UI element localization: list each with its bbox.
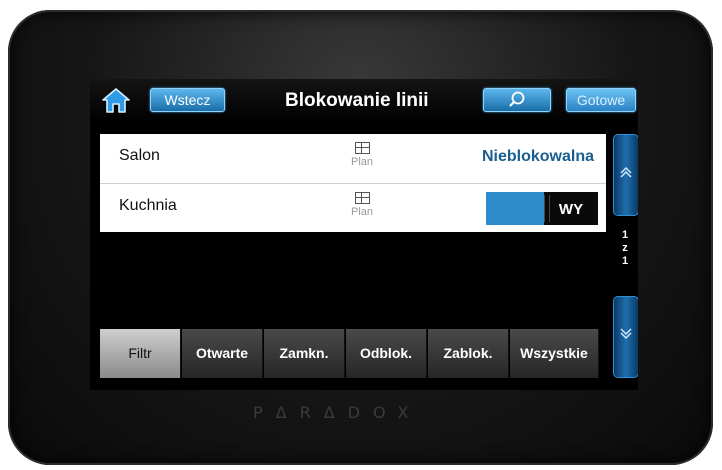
header-bar: Wstecz Blokowanie linii Gotowe [90,79,638,123]
list-item[interactable]: Kuchnia Plan WY [100,183,606,233]
bypass-toggle[interactable]: WY [486,192,598,225]
chevron-up-icon [620,166,632,178]
zone-name: Salon [119,147,160,164]
search-icon [509,91,525,107]
home-icon [102,88,130,113]
brand-logo: PΔRΔDOX [253,403,422,422]
toggle-label: WY [558,201,584,218]
toggle-knob[interactable]: WY [544,192,598,225]
filter-bar: Filtr Otwarte Zamkn. Odblok. Zablok. Wsz… [100,329,608,378]
filter-button-open[interactable]: Otwarte [182,329,263,378]
page-title: Blokowanie linii [285,90,429,111]
scroll-down-button[interactable] [613,296,638,378]
search-button[interactable] [483,88,551,112]
page-separator: z [622,242,628,254]
bypass-status: Nieblokowalna [481,148,594,165]
touchscreen: Wstecz Blokowanie linii Gotowe Salon Pla… [90,79,638,390]
plan-icon [354,142,370,154]
page-current: 1 [621,229,629,241]
done-button[interactable]: Gotowe [566,88,636,112]
zone-list: Salon Plan Nieblokowalna Kuchnia Plan WY [100,134,606,232]
page-indicator: 1 z 1 [613,229,637,268]
scroll-up-button[interactable] [613,134,638,216]
plan-label: Plan [350,156,374,168]
filter-button-unbypassed[interactable]: Odblok. [346,329,427,378]
list-item[interactable]: Salon Plan Nieblokowalna [100,134,606,183]
toggle-grip [544,195,550,222]
plan-button[interactable]: Plan [347,192,377,218]
filter-button-bypassed[interactable]: Zablok. [428,329,509,378]
chevron-down-icon [620,328,632,340]
filter-button-closed[interactable]: Zamkn. [264,329,345,378]
home-button[interactable] [100,85,132,115]
page-total: 1 [621,255,629,267]
filter-button-filtr[interactable]: Filtr [100,329,181,378]
filter-button-all[interactable]: Wszystkie [510,329,599,378]
plan-label: Plan [350,206,374,218]
plan-icon [354,192,370,204]
zone-name: Kuchnia [119,197,177,214]
plan-button[interactable]: Plan [347,142,377,168]
back-button[interactable]: Wstecz [150,88,225,112]
